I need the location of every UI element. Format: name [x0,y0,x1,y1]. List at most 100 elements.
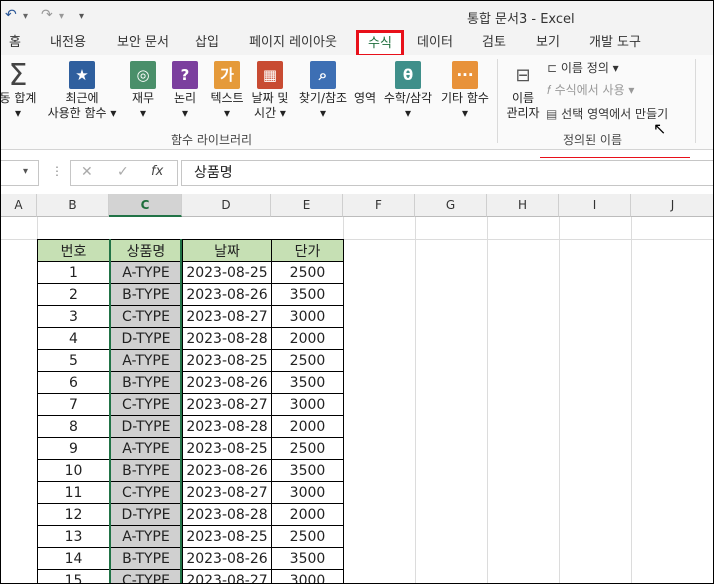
table-cell[interactable]: 2023-08-28 [182,503,272,526]
tab-view[interactable]: 보기 [533,33,563,53]
undo-icon[interactable]: ↶ [5,7,17,23]
tab-my-use[interactable]: 내전용 [45,33,91,53]
table-cell[interactable]: 3500 [271,371,344,394]
cancel-icon[interactable]: ✕ [81,164,93,180]
name-box-dropdown-icon[interactable]: ▾ [23,166,28,177]
table-cell[interactable]: 2023-08-25 [182,437,272,460]
redo-dropdown-icon[interactable]: ▾ [59,11,64,22]
drag-handle-icon[interactable]: ⋮ [51,164,63,178]
table-cell[interactable]: B-TYPE [109,547,183,570]
name-box[interactable] [1,160,39,186]
table-cell[interactable]: 2023-08-27 [182,393,272,416]
table-cell[interactable]: 11 [37,481,110,504]
use-in-formula-button[interactable]: 𝑓 수식에서 사용 ▾ [547,81,634,99]
tab-developer[interactable]: 개발 도구 [585,33,645,53]
tab-insert[interactable]: 삽입 [191,33,223,53]
table-cell[interactable]: 3000 [271,569,344,583]
table-cell[interactable]: 2023-08-25 [182,525,272,548]
column-header-d[interactable]: D [182,194,271,217]
redo-icon[interactable]: ↷ [41,7,53,23]
enter-icon[interactable]: ✓ [117,164,129,180]
table-cell[interactable]: 8 [37,415,110,438]
table-cell[interactable]: B-TYPE [109,283,183,306]
undo-dropdown-icon[interactable]: ▾ [23,11,28,22]
table-cell[interactable]: 2023-08-26 [182,371,272,394]
tab-data[interactable]: 데이터 [415,33,455,53]
table-cell[interactable]: 2023-08-25 [182,261,272,284]
table-cell[interactable]: 2023-08-28 [182,327,272,350]
table-cell[interactable]: D-TYPE [109,415,183,438]
table-cell[interactable]: 2023-08-27 [182,481,272,504]
table-cell[interactable]: 9 [37,437,110,460]
column-header-h[interactable]: H [487,194,559,217]
table-cell[interactable]: 2023-08-27 [182,305,272,328]
table-cell[interactable]: C-TYPE [109,481,183,504]
table-cell[interactable]: 2023-08-26 [182,459,272,482]
table-cell[interactable]: 2023-08-26 [182,547,272,570]
table-cell[interactable]: 3 [37,305,110,328]
financial-button[interactable]: ◎ 재무 ▾ [125,59,161,121]
formula-input[interactable]: 상품명 [181,160,713,186]
table-cell[interactable]: D-TYPE [109,327,183,350]
name-manager-button[interactable]: ⊟ 이름 관리자 [501,59,545,121]
table-cell[interactable]: 3000 [271,305,344,328]
table-cell[interactable]: 6 [37,371,110,394]
table-cell[interactable]: B-TYPE [109,371,183,394]
column-header-c[interactable]: C [109,194,182,217]
table-cell[interactable]: D-TYPE [109,503,183,526]
tab-page-layout[interactable]: 페이지 레이아웃 [245,33,341,53]
table-cell[interactable]: A-TYPE [109,349,183,372]
header-cell[interactable]: 상품명 [109,239,183,262]
table-cell[interactable]: 13 [37,525,110,548]
table-cell[interactable]: 12 [37,503,110,526]
table-cell[interactable]: 2000 [271,327,344,350]
table-cell[interactable]: 1 [37,261,110,284]
table-cell[interactable]: C-TYPE [109,393,183,416]
table-cell[interactable]: A-TYPE [109,437,183,460]
table-cell[interactable]: 2500 [271,437,344,460]
header-cell[interactable]: 날짜 [182,239,272,262]
table-cell[interactable]: C-TYPE [109,305,183,328]
insert-function-icon[interactable]: fx [151,164,163,179]
column-header-a[interactable]: A [1,194,37,217]
more-functions-button[interactable]: ··· 기타 함수 ▾ [437,59,493,121]
tab-security-doc[interactable]: 보안 문서 [111,33,175,53]
tab-formulas[interactable]: 수식 [356,30,404,57]
table-cell[interactable]: 2023-08-28 [182,415,272,438]
customize-toolbar-icon[interactable]: ▾ [79,11,84,22]
column-header-j[interactable]: J [631,194,713,217]
table-cell[interactable]: 4 [37,327,110,350]
math-trig-button[interactable]: θ 수학/삼각 ▾ [379,59,437,121]
table-cell[interactable]: B-TYPE [109,459,183,482]
table-cell[interactable]: 2000 [271,503,344,526]
header-cell[interactable]: 번호 [37,239,110,262]
table-cell[interactable]: 2500 [271,525,344,548]
table-cell[interactable]: 2023-08-25 [182,349,272,372]
table-cell[interactable]: 2 [37,283,110,306]
table-cell[interactable]: 2000 [271,415,344,438]
table-cell[interactable]: 2500 [271,349,344,372]
table-cell[interactable]: 3000 [271,481,344,504]
table-cell[interactable]: A-TYPE [109,525,183,548]
table-cell[interactable]: 5 [37,349,110,372]
create-from-selection-button[interactable]: ▤ 선택 영역에서 만들기 [546,105,668,123]
column-header-f[interactable]: F [343,194,415,217]
table-cell[interactable]: 3500 [271,283,344,306]
column-header-g[interactable]: G [415,194,487,217]
date-time-button[interactable]: ▦ 날짜 및 시간 ▾ [247,59,293,121]
table-cell[interactable]: 3000 [271,393,344,416]
table-cell[interactable]: A-TYPE [109,261,183,284]
table-cell[interactable]: 2023-08-26 [182,283,272,306]
column-header-b[interactable]: B [37,194,109,217]
table-cell[interactable]: C-TYPE [109,569,183,583]
table-cell[interactable]: 10 [37,459,110,482]
text-button[interactable]: 가 텍스트 ▾ [205,59,249,121]
table-cell[interactable]: 2500 [271,261,344,284]
tab-review[interactable]: 검토 [479,33,509,53]
table-cell[interactable]: 15 [37,569,110,583]
column-header-i[interactable]: I [559,194,631,217]
table-cell[interactable]: 3500 [271,547,344,570]
column-header-e[interactable]: E [271,194,343,217]
table-cell[interactable]: 7 [37,393,110,416]
table-cell[interactable]: 3500 [271,459,344,482]
